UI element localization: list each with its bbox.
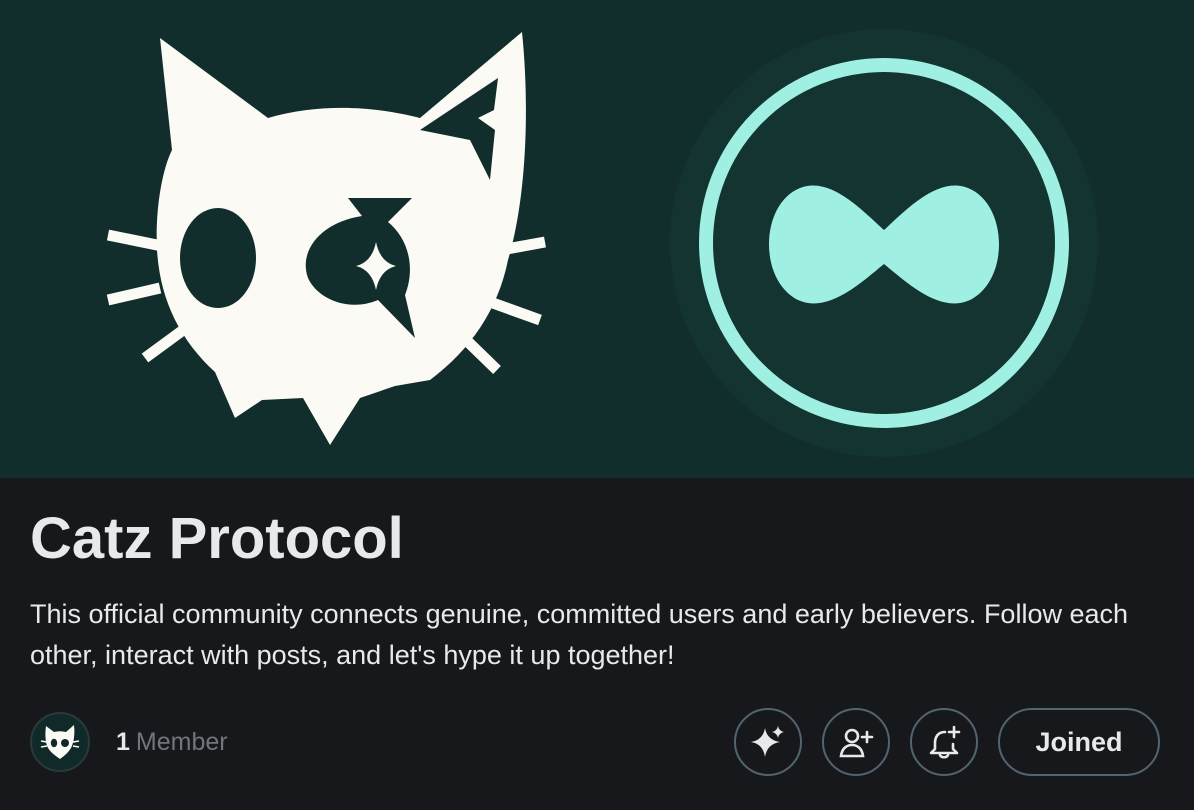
joined-button[interactable]: Joined	[998, 708, 1160, 776]
member-count-number: 1	[116, 727, 130, 756]
banner-artwork	[106, 29, 1098, 457]
cat-logo-icon	[106, 32, 546, 445]
community-banner	[0, 0, 1194, 478]
cat-avatar-icon	[40, 725, 80, 759]
sparkle-icon	[751, 726, 784, 757]
community-title: Catz Protocol	[30, 506, 404, 571]
bell-plus-icon	[929, 725, 961, 759]
invite-button[interactable]	[822, 708, 890, 776]
community-description: This official community connects genuine…	[30, 599, 1129, 670]
ring-logo-icon	[670, 29, 1098, 457]
notifications-button[interactable]	[910, 708, 978, 776]
add-person-icon	[839, 728, 874, 758]
community-actions: Joined	[734, 706, 1160, 778]
member-summary[interactable]: 1 Member	[30, 710, 228, 774]
community-info: Catz Protocol This official community co…	[0, 478, 1194, 810]
member-avatar[interactable]	[30, 712, 90, 772]
sparkle-button[interactable]	[734, 708, 802, 776]
member-count-label: Member	[135, 727, 228, 756]
member-count[interactable]: 1 Member	[116, 728, 228, 757]
community-page: Catz Protocol This official community co…	[0, 0, 1194, 810]
